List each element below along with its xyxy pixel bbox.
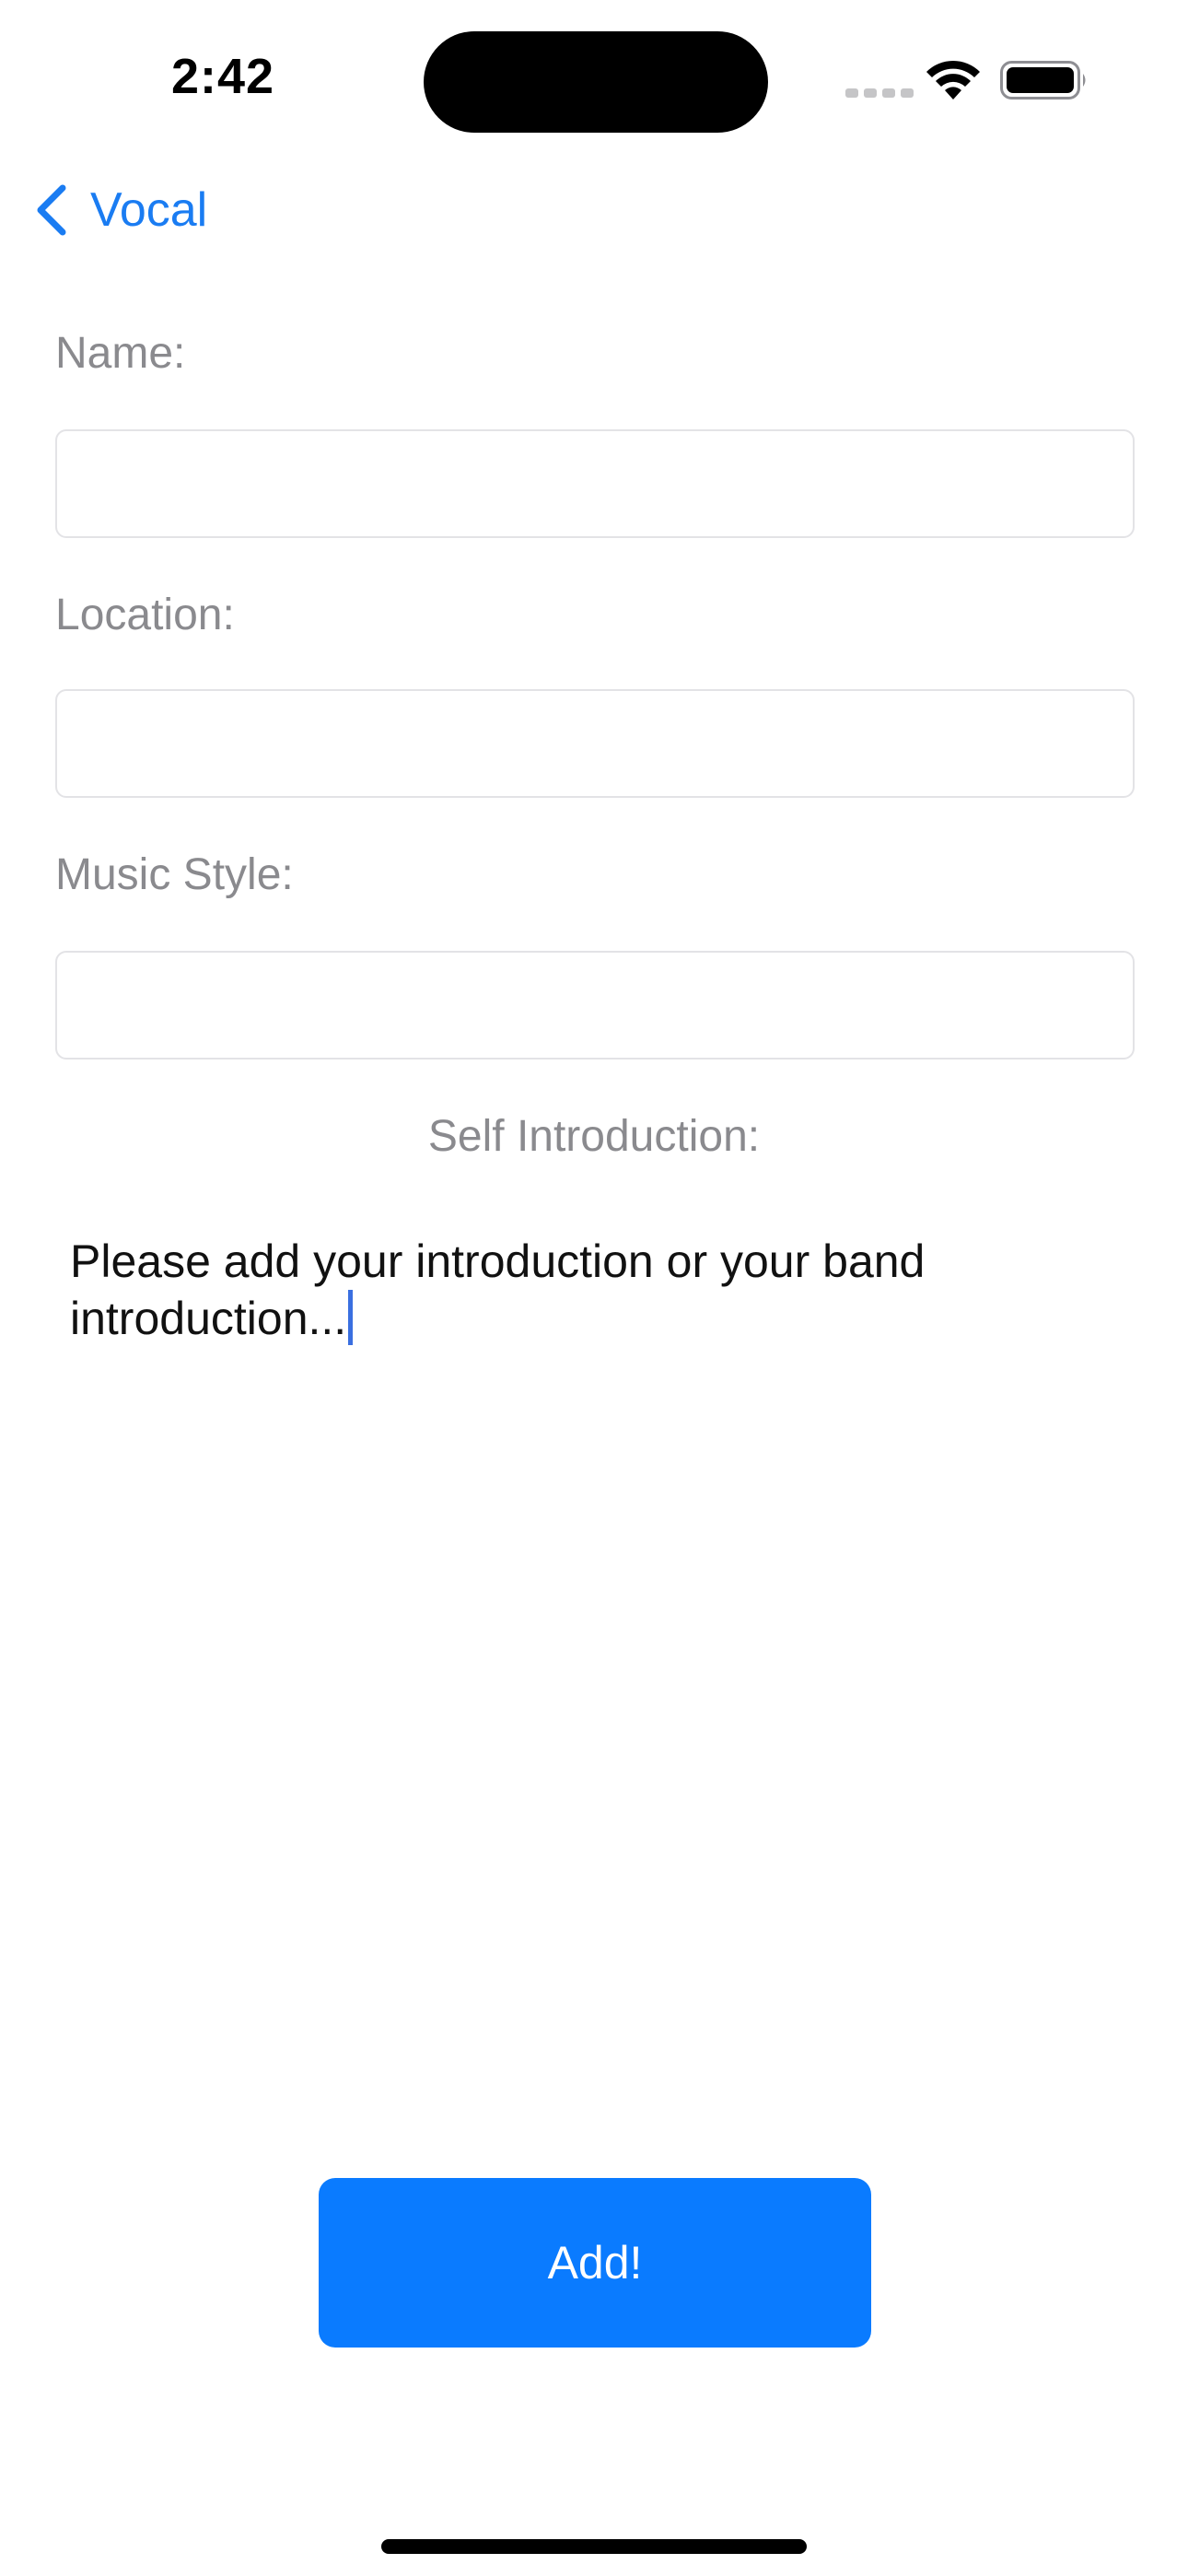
location-input[interactable] (55, 689, 1135, 798)
battery-icon (1000, 61, 1086, 100)
name-label: Name: (55, 329, 186, 378)
self-introduction-textarea[interactable]: Please add your introduction or your ban… (55, 1224, 1135, 2053)
text-caret (348, 1290, 354, 1345)
self-introduction-label: Self Introduction: (427, 1112, 761, 1161)
status-time: 2:42 (171, 49, 275, 104)
back-button[interactable]: Vocal (33, 177, 207, 243)
cellular-signal-icon (845, 88, 914, 98)
music-style-input[interactable] (55, 951, 1135, 1060)
status-bar: 2:42 (0, 0, 1188, 157)
wifi-icon (926, 60, 980, 100)
dynamic-island (424, 31, 768, 133)
location-label: Location: (55, 591, 235, 639)
music-style-label: Music Style: (55, 850, 294, 899)
chevron-left-icon (37, 184, 66, 236)
name-input[interactable] (55, 429, 1135, 538)
add-button[interactable]: Add! (319, 2178, 871, 2348)
home-indicator[interactable] (381, 2539, 807, 2554)
back-button-label: Vocal (90, 183, 208, 237)
self-introduction-text: Please add your introduction or your ban… (70, 1235, 926, 1344)
